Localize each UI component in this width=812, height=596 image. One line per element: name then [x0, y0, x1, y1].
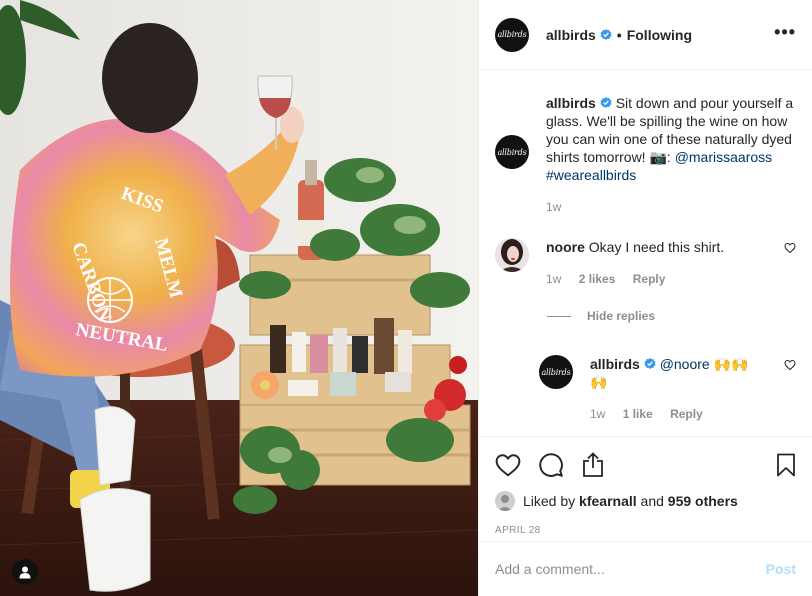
post-date[interactable]: APRIL 28 [495, 525, 796, 536]
likes-summary: Liked by kfearnall and 959 others [495, 491, 796, 511]
comment-age[interactable]: 1w [546, 272, 561, 286]
comment-likes[interactable]: 2 likes [579, 272, 616, 286]
caption-author-avatar[interactable]: allbirds [495, 135, 529, 169]
post-photo[interactable]: KISS MELM CARBON NEUTRAL [0, 0, 478, 596]
reply-likes[interactable]: 1 like [623, 407, 653, 421]
verified-badge-icon [600, 97, 612, 108]
comment-item: noore Okay I need this shirt. 1w 2 likes… [495, 238, 796, 288]
author-avatar[interactable]: allbirds [495, 17, 529, 52]
like-button[interactable] [495, 453, 521, 477]
caption-author[interactable]: allbirds [546, 95, 596, 111]
comments-section[interactable]: allbirds allbirds Sit down and pour your… [479, 70, 812, 436]
hide-replies-button[interactable]: Hide replies [547, 309, 796, 323]
commenter-avatar[interactable] [495, 238, 529, 272]
caption: allbirds allbirds Sit down and pour your… [495, 94, 796, 216]
save-button[interactable] [776, 453, 796, 477]
reply-author[interactable]: allbirds [590, 356, 640, 372]
reply-author-avatar[interactable]: allbirds [539, 355, 573, 389]
hide-replies-line [547, 315, 571, 317]
liked-by-and: and [640, 493, 664, 509]
comment-text: Okay I need this shirt. [588, 239, 725, 255]
author-username[interactable]: allbirds [546, 27, 596, 43]
comment-author[interactable]: noore [546, 239, 585, 255]
user-tag-icon [19, 566, 31, 578]
comment-button[interactable] [538, 452, 564, 478]
verified-badge-icon [644, 358, 656, 369]
verified-badge-icon [600, 28, 612, 40]
reply-reply-button[interactable]: Reply [670, 407, 703, 421]
caption-mention-link[interactable]: @marissaaross [675, 149, 772, 165]
user-tag-button[interactable] [12, 559, 38, 585]
following-button[interactable]: Following [627, 27, 692, 43]
caption-age[interactable]: 1w [546, 200, 561, 214]
avatar-image [495, 238, 529, 272]
liked-by-prefix: Liked by [523, 493, 576, 509]
share-button[interactable] [581, 452, 605, 478]
liked-by-others[interactable]: 959 others [668, 493, 738, 509]
reply-item: allbirds allbirds @noore 🙌🙌🙌 1w 1 like R… [539, 355, 796, 423]
photo-illustration: KISS MELM CARBON NEUTRAL [0, 0, 478, 596]
post-header: allbirds allbirds • Following ••• [479, 0, 812, 70]
avatar-logo-text: allbirds [541, 367, 571, 377]
avatar-image [495, 491, 515, 511]
post-comment-button[interactable]: Post [766, 561, 796, 577]
header-separator: • [616, 26, 622, 43]
comment-input[interactable] [495, 561, 766, 577]
hide-replies-label: Hide replies [587, 309, 656, 323]
reply-age[interactable]: 1w [590, 407, 605, 421]
comment-icon [539, 453, 563, 477]
liked-by-user[interactable]: kfearnall [579, 493, 637, 509]
reply-mention-link[interactable]: @noore [660, 356, 710, 372]
more-options-button[interactable]: ••• [774, 23, 796, 47]
reply-like-heart-icon[interactable] [784, 359, 796, 371]
avatar-logo-text: allbirds [497, 30, 527, 39]
comment-reply-button[interactable]: Reply [633, 272, 666, 286]
heart-icon [495, 454, 521, 477]
post-view: KISS MELM CARBON NEUTRAL allbirds allbir… [0, 0, 812, 596]
share-icon [583, 452, 603, 477]
caption-hashtag-link[interactable]: #weareallbirds [546, 167, 636, 183]
add-comment-bar: Post [479, 541, 812, 596]
comment-like-heart-icon[interactable] [784, 242, 796, 254]
liker-avatar[interactable] [495, 491, 515, 511]
avatar-logo-text: allbirds [497, 147, 527, 157]
post-sidebar: allbirds allbirds • Following ••• allbir… [478, 0, 812, 596]
bookmark-icon [777, 453, 795, 477]
